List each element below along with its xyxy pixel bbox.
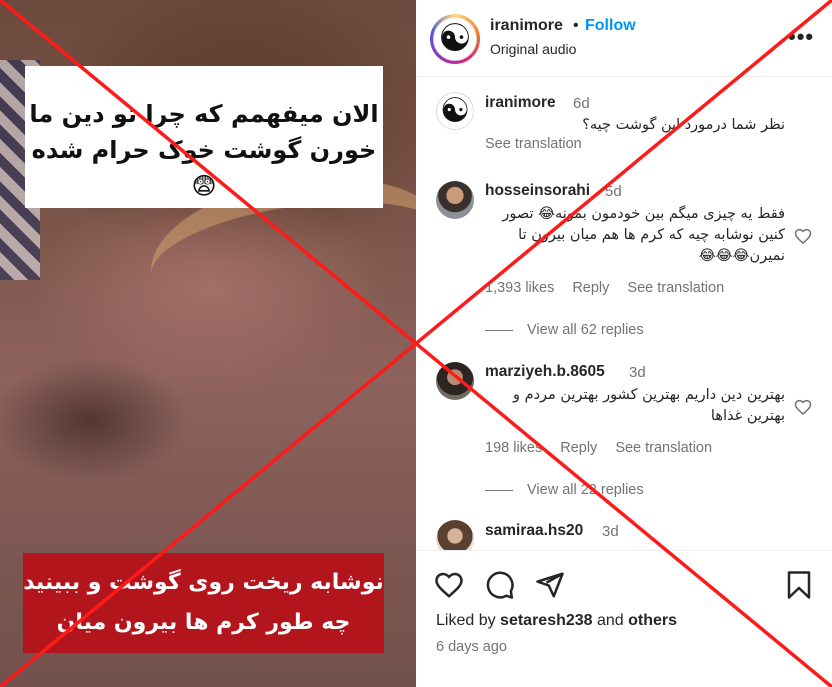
share-send-icon[interactable]: [535, 570, 565, 600]
comment-username[interactable]: marziyeh.b.8605: [485, 363, 605, 381]
video-player[interactable]: الان میفهمم که چرا تو دین ما خورن گوشت خ…: [0, 0, 416, 687]
comment-time[interactable]: 3d: [629, 364, 646, 381]
like-heart-icon[interactable]: [793, 226, 813, 246]
more-options-icon[interactable]: •••: [788, 24, 814, 50]
likes-count[interactable]: 1,393 likes: [485, 280, 554, 296]
comment-meta: 1,393 likes Reply See translation: [485, 280, 742, 296]
header-username[interactable]: iranimore: [490, 17, 563, 35]
comment-time[interactable]: 5d: [605, 183, 622, 200]
yin-yang-avatar-icon[interactable]: ☯: [433, 17, 477, 61]
video-caption-bottom: نوشابه ریخت روی گوشت و ببینید چه طور کرم…: [23, 553, 384, 653]
view-replies-label[interactable]: View all 22 replies: [527, 482, 644, 498]
bookmark-save-icon[interactable]: [784, 570, 814, 600]
see-translation-link[interactable]: See translation: [615, 440, 712, 456]
liked-by-line: Liked by setaresh238 and others: [436, 612, 677, 630]
liked-by-others[interactable]: others: [628, 612, 677, 629]
like-heart-icon[interactable]: [793, 397, 813, 417]
comments-list[interactable]: ☯ iranimore 6d نظر شما درمورد این گوشت چ…: [416, 78, 832, 550]
divider-line: [485, 489, 513, 491]
post-panel: ☯ iranimore • Follow Original audio ••• …: [416, 0, 832, 687]
post-date[interactable]: 6 days ago: [436, 639, 507, 655]
comment-bubble-icon[interactable]: [485, 570, 515, 600]
comment-time[interactable]: 3d: [602, 523, 619, 540]
separator-dot: •: [573, 17, 579, 34]
comment-username[interactable]: samiraa.hs20: [485, 522, 583, 540]
post-actions-bar: Liked by setaresh238 and others 6 days a…: [416, 550, 832, 687]
liked-by-prefix: Liked by: [436, 612, 501, 629]
view-replies-button[interactable]: View all 62 replies: [485, 322, 644, 338]
comment-text: فقط یه چیزی میگم بین خودمون بمونه😂 تصور …: [502, 206, 785, 264]
view-replies-button[interactable]: View all 22 replies: [485, 482, 644, 498]
comment-text: نظر شما درمورد این گوشت چیه؟: [582, 117, 785, 133]
follow-button[interactable]: Follow: [585, 17, 636, 35]
comment-username[interactable]: iranimore: [485, 94, 556, 112]
liked-by-username[interactable]: setaresh238: [500, 612, 593, 629]
likes-count[interactable]: 198 likes: [485, 440, 542, 456]
avatar[interactable]: [436, 520, 474, 550]
video-caption-top: الان میفهمم که چرا تو دین ما خورن گوشت خ…: [25, 66, 383, 208]
comment-text: بهترین دین داریم بهترین کشور بهترین مردم…: [512, 387, 785, 424]
see-translation-link[interactable]: See translation: [627, 280, 724, 296]
avatar[interactable]: [436, 181, 474, 219]
reply-button[interactable]: Reply: [572, 280, 609, 296]
post-header: ☯ iranimore • Follow Original audio •••: [416, 0, 832, 77]
comment-time[interactable]: 6d: [573, 95, 590, 112]
like-heart-icon[interactable]: [434, 570, 464, 600]
see-translation-link[interactable]: See translation: [485, 136, 582, 152]
comment-meta: 198 likes Reply See translation: [485, 440, 730, 456]
view-replies-label[interactable]: View all 62 replies: [527, 322, 644, 338]
reply-button[interactable]: Reply: [560, 440, 597, 456]
comment-username[interactable]: hosseinsorahi: [485, 182, 590, 200]
liked-by-and: and: [592, 612, 629, 629]
audio-label[interactable]: Original audio: [490, 41, 576, 57]
yin-yang-avatar-icon[interactable]: ☯: [436, 92, 474, 130]
avatar[interactable]: [436, 362, 474, 400]
divider-line: [485, 329, 513, 331]
